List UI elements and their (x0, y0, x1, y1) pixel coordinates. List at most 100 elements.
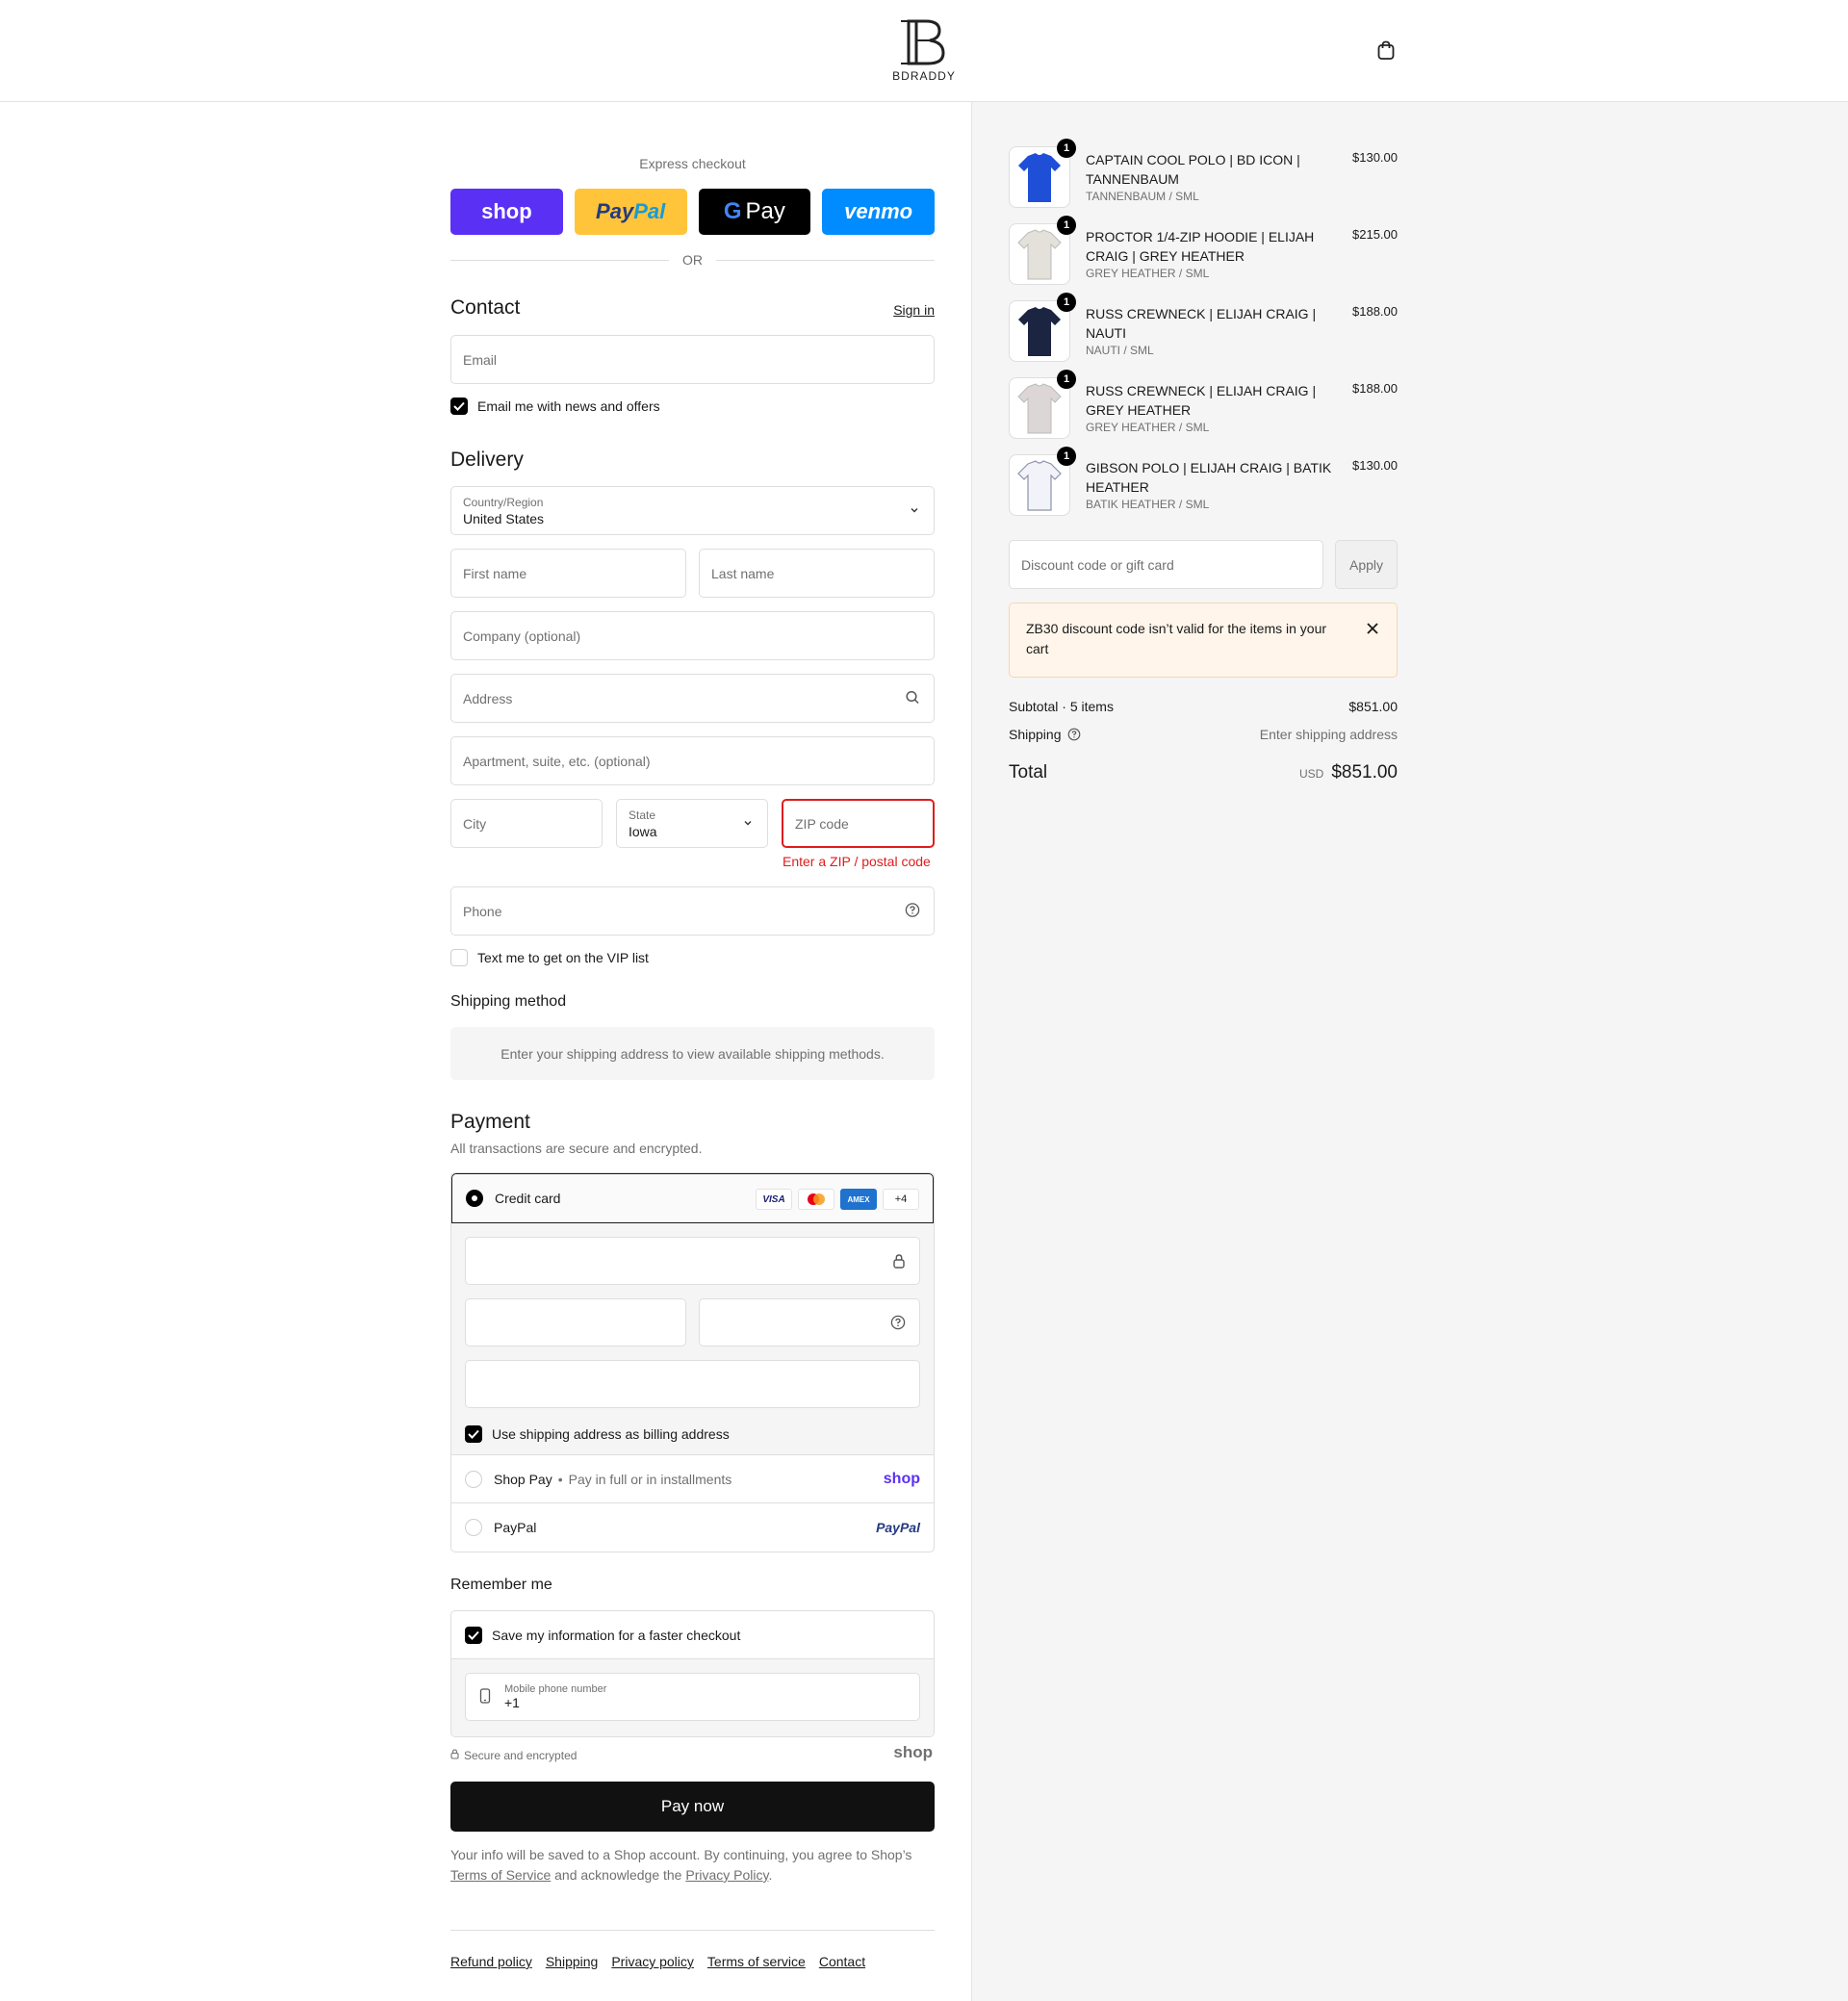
save-info-row[interactable]: Save my information for a faster checkou… (451, 1611, 934, 1659)
card-logos: VISA AMEX +4 (756, 1189, 919, 1210)
shop-terms-link[interactable]: Terms of Service (450, 1867, 551, 1883)
email-placeholder: Email (463, 351, 498, 368)
phone-placeholder: Phone (463, 903, 502, 919)
card-number-field[interactable] (465, 1237, 920, 1285)
product-name: RUSS CREWNECK | ELIJAH CRAIG | GREY HEAT… (1086, 383, 1317, 418)
apartment-field[interactable]: Apartment, suite, etc. (optional) (450, 736, 935, 785)
chevron-down-icon (909, 503, 920, 519)
payment-subtitle: All transactions are secure and encrypte… (450, 1141, 703, 1156)
state-select[interactable]: State Iowa (616, 799, 768, 848)
express-checkout-buttons: shop Pay Pal G Pay venmo (450, 189, 935, 235)
name-on-card-field[interactable] (465, 1360, 920, 1408)
shop-pay-option[interactable]: Shop Pay • Pay in full or in installment… (451, 1455, 934, 1503)
cart-item: 1 GIBSON POLO | ELIJAH CRAIG | BATIK HEA… (1009, 447, 1398, 516)
legal-text-2: and acknowledge the (554, 1867, 682, 1883)
news-checkbox[interactable] (450, 398, 468, 415)
help-icon[interactable] (890, 1315, 906, 1333)
billing-checkbox-row[interactable]: Use shipping address as billing address (465, 1425, 730, 1443)
shop-pay-logo: shop (883, 1470, 920, 1487)
save-info-checkbox[interactable] (465, 1626, 482, 1644)
total-label: Total (1009, 762, 1048, 782)
first-name-field[interactable]: First name (450, 549, 686, 598)
last-name-field[interactable]: Last name (699, 549, 935, 598)
mastercard-icon (798, 1189, 834, 1210)
address-field[interactable]: Address (450, 674, 935, 723)
shop-pay-radio[interactable] (465, 1470, 482, 1488)
product-variant: GREY HEATHER / SML (1086, 421, 1210, 434)
venmo-button[interactable]: venmo (822, 189, 935, 235)
company-field[interactable]: Company (optional) (450, 611, 935, 660)
more-cards-badge: +4 (883, 1189, 919, 1210)
state-value: Iowa (629, 823, 657, 839)
credit-card-option[interactable]: Credit card VISA AMEX +4 (451, 1173, 934, 1223)
cart-item: 1 RUSS CREWNECK | ELIJAH CRAIG | GREY HE… (1009, 370, 1398, 439)
discount-error-alert: ZB30 discount code isn’t valid for the i… (1009, 603, 1398, 678)
shop-pay-separator: • (557, 1471, 563, 1487)
pay-now-button[interactable]: Pay now (450, 1782, 935, 1832)
product-price: $188.00 (1352, 304, 1398, 319)
brand-logo[interactable]: BDRADDY (878, 17, 970, 85)
vip-checkbox[interactable] (450, 949, 468, 966)
first-name-placeholder: First name (463, 565, 527, 581)
total-value: $851.00 (1331, 762, 1398, 782)
shop-logo: shop (893, 1743, 933, 1761)
email-field[interactable]: Email (450, 335, 935, 384)
or-divider: OR (450, 252, 935, 268)
help-icon[interactable] (1067, 728, 1081, 741)
shop-privacy-link[interactable]: Privacy Policy (685, 1867, 768, 1883)
close-icon[interactable] (1366, 621, 1379, 641)
shipping-method-message: Enter your shipping address to view avai… (450, 1027, 935, 1080)
visa-icon: VISA (756, 1189, 792, 1210)
contact-title: Contact (450, 296, 521, 319)
remember-phone-section: Mobile phone number +1 (451, 1659, 934, 1736)
product-variant: BATIK HEATHER / SML (1086, 498, 1210, 511)
quantity-badge: 1 (1057, 216, 1076, 235)
paypal-option[interactable]: PayPal PayPal (451, 1503, 934, 1552)
news-label: Email me with news and offers (477, 398, 660, 414)
city-field[interactable]: City (450, 799, 603, 848)
paypal-option-label: PayPal (494, 1520, 537, 1535)
quantity-badge: 1 (1057, 447, 1076, 466)
footer-links: Refund policy Shipping Privacy policy Te… (450, 1954, 865, 1969)
quantity-badge: 1 (1057, 370, 1076, 389)
quantity-badge: 1 (1057, 293, 1076, 312)
contact-link[interactable]: Contact (819, 1954, 865, 1969)
sign-in-link[interactable]: Sign in (893, 302, 935, 318)
terms-of-service-link[interactable]: Terms of service (707, 1954, 806, 1969)
secure-note: Secure and encrypted (450, 1749, 577, 1762)
apply-button[interactable]: Apply (1335, 540, 1398, 589)
help-icon[interactable] (905, 902, 920, 920)
news-checkbox-row[interactable]: Email me with news and offers (450, 398, 660, 415)
discount-field[interactable]: Discount code or gift card (1009, 540, 1323, 589)
shipping-row: Shipping Enter shipping address (1009, 727, 1398, 742)
paypal-button[interactable]: Pay Pal (574, 189, 687, 235)
zip-field[interactable]: ZIP code (782, 799, 935, 848)
shop-pay-button[interactable]: shop (450, 189, 563, 235)
shopping-bag-icon[interactable] (1374, 38, 1398, 62)
paypal-logo: PayPal (876, 1520, 920, 1535)
security-code-field[interactable] (699, 1298, 920, 1347)
country-select[interactable]: Country/Region United States (450, 486, 935, 535)
phone-field[interactable]: Phone (450, 886, 935, 936)
shop-pay-label: shop (481, 199, 532, 223)
cart-item: 1 CAPTAIN COOL POLO | BD ICON | TANNENBA… (1009, 139, 1398, 208)
credit-card-form: Use shipping address as billing address (451, 1223, 934, 1455)
product-price: $130.00 (1352, 458, 1398, 473)
privacy-policy-link[interactable]: Privacy policy (611, 1954, 694, 1969)
mobile-phone-icon (479, 1687, 491, 1706)
paypal-label-a: Pay (596, 199, 634, 223)
expiry-field[interactable] (465, 1298, 686, 1347)
refund-policy-link[interactable]: Refund policy (450, 1954, 532, 1969)
legal-text-1: Your info will be saved to a Shop accoun… (450, 1847, 912, 1862)
remember-box: Save my information for a faster checkou… (450, 1610, 935, 1737)
billing-checkbox[interactable] (465, 1425, 482, 1443)
paypal-radio[interactable] (465, 1519, 482, 1536)
shipping-label: Shipping (1009, 727, 1062, 742)
shipping-policy-link[interactable]: Shipping (546, 1954, 599, 1969)
discount-error-text: ZB30 discount code isn’t valid for the i… (1026, 621, 1327, 656)
mobile-phone-field[interactable]: Mobile phone number +1 (465, 1673, 920, 1721)
credit-card-radio[interactable] (466, 1190, 483, 1207)
google-pay-button[interactable]: G Pay (698, 189, 811, 235)
delivery-title: Delivery (450, 449, 524, 471)
vip-checkbox-row[interactable]: Text me to get on the VIP list (450, 949, 649, 966)
